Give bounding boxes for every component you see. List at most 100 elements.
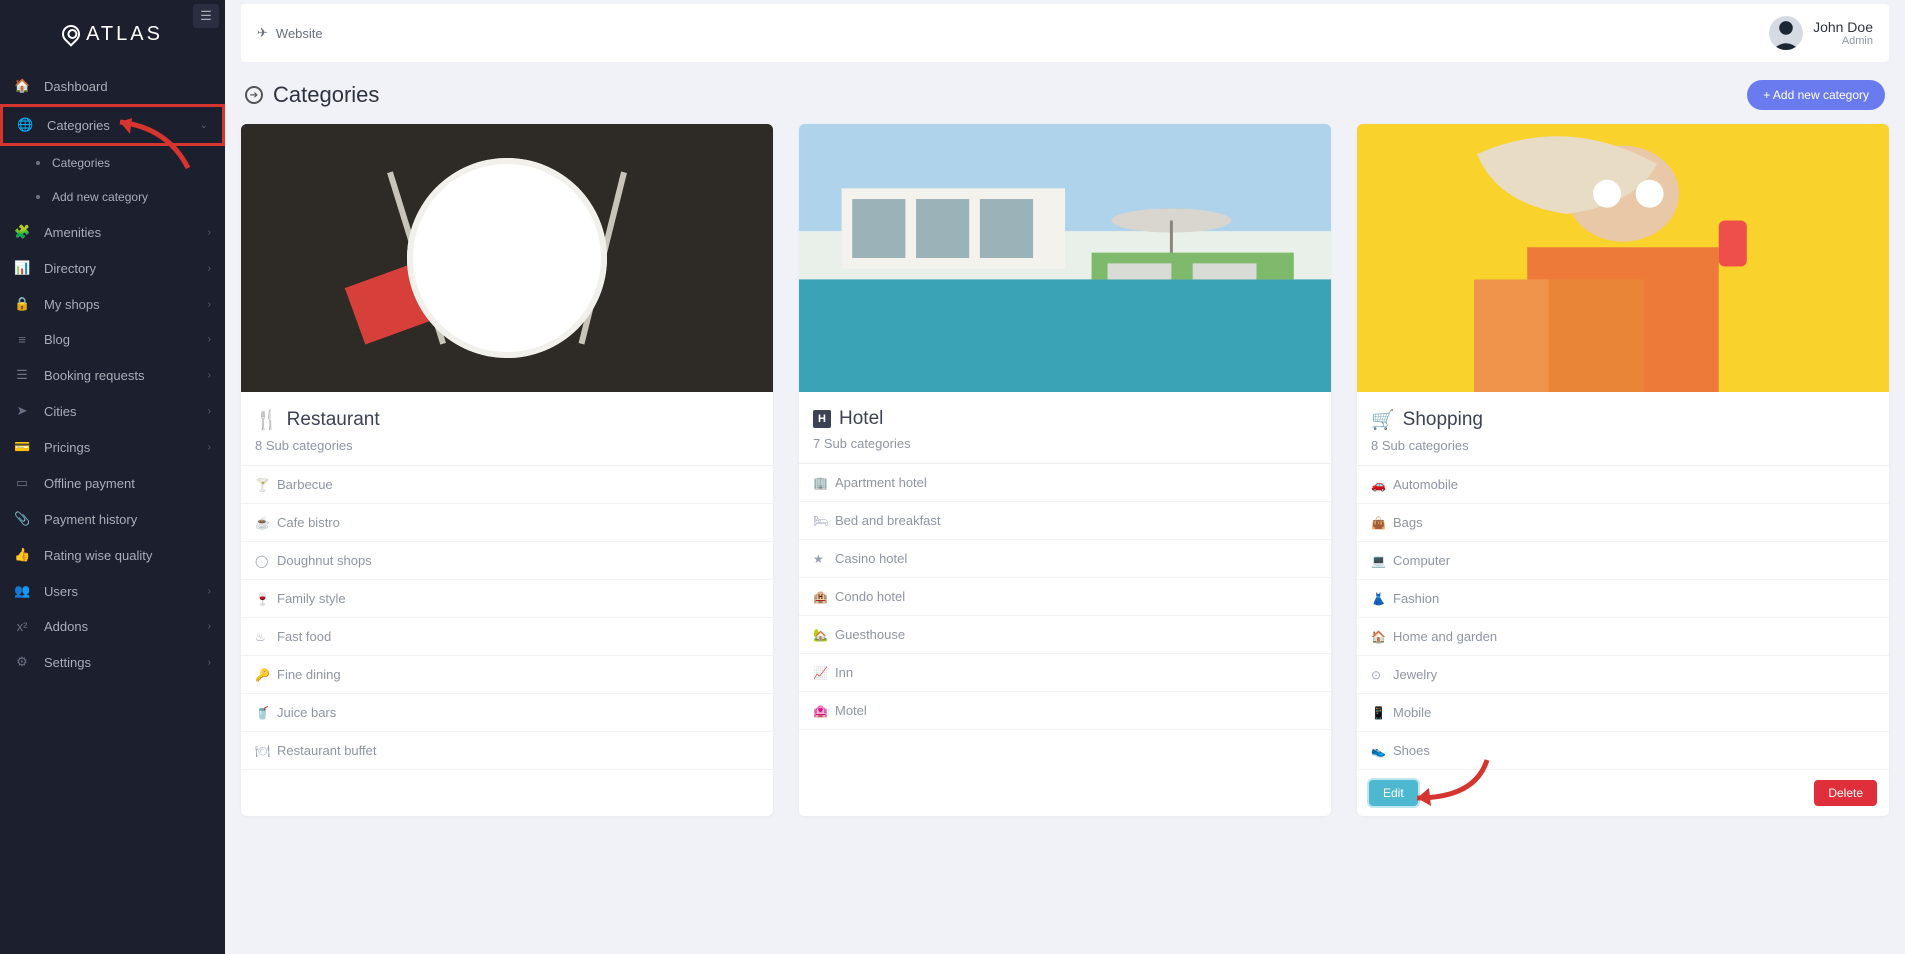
chevron-right-icon: ›: [208, 299, 211, 310]
sub-item[interactable]: 🏡Guesthouse: [799, 616, 1331, 654]
card-title-text: Restaurant: [287, 409, 380, 431]
sub-item[interactable]: 🥤Juice bars: [241, 694, 773, 732]
sub-item[interactable]: 🏩Motel: [799, 692, 1331, 730]
nav-categories[interactable]: 🌐 Categories ⌄: [0, 104, 225, 146]
nav-directory[interactable]: 📊 Directory ›: [0, 250, 225, 286]
website-label: Website: [276, 26, 323, 41]
chevron-right-icon: ›: [208, 621, 211, 632]
sub-icon: ♨: [255, 630, 269, 644]
sub-item[interactable]: ⊙Jewelry: [1357, 656, 1889, 694]
sub-label: Barbecue: [277, 477, 333, 492]
sub-label: Bags: [1393, 515, 1423, 530]
sub-label: Cafe bistro: [277, 515, 340, 530]
sub-icon: 🏢: [813, 476, 827, 490]
sub-icon: ☕: [255, 516, 269, 530]
chevron-right-icon: ›: [208, 263, 211, 274]
nav-offline-payment[interactable]: ▭ Offline payment: [0, 465, 225, 501]
card-image: [241, 124, 773, 392]
sub-item[interactable]: 👟 Shoes: [1357, 732, 1889, 770]
card-head: H Hotel 7 Sub categories: [799, 392, 1331, 464]
arrow-circle-icon: ➔: [245, 86, 263, 104]
sub-icon: 🚗: [1371, 478, 1385, 492]
nav-dashboard[interactable]: 🏠 Dashboard: [0, 68, 225, 104]
thumb-icon: 👍: [14, 547, 30, 563]
nav-label: Users: [44, 584, 78, 599]
website-link[interactable]: ✈ Website: [257, 25, 323, 41]
nav-amenities[interactable]: 🧩 Amenities ›: [0, 214, 225, 250]
card-icon: 💳: [14, 439, 30, 455]
card-subcount: 7 Sub categories: [813, 436, 1317, 451]
delete-button[interactable]: Delete: [1814, 780, 1877, 806]
edit-button[interactable]: Edit: [1369, 780, 1418, 806]
brand[interactable]: ATLAS: [0, 4, 225, 64]
nav-rating[interactable]: 👍 Rating wise quality: [0, 537, 225, 573]
user-block[interactable]: John Doe Admin: [1769, 16, 1873, 50]
nav-cities[interactable]: ➤ Cities ›: [0, 393, 225, 429]
sub-label: Guesthouse: [835, 627, 905, 642]
nav-label: Amenities: [44, 225, 101, 240]
sub-item[interactable]: 💻Computer: [1357, 542, 1889, 580]
sub-item[interactable]: 👗Fashion: [1357, 580, 1889, 618]
sub-icon: 🍽: [255, 744, 269, 758]
sub-item[interactable]: 📱Mobile: [1357, 694, 1889, 732]
nav-users[interactable]: 👥 Users ›: [0, 573, 225, 609]
add-category-button[interactable]: + Add new category: [1747, 80, 1885, 110]
nav-label: My shops: [44, 297, 100, 312]
sidebar-toggle[interactable]: ☰: [193, 4, 219, 28]
nav-booking[interactable]: ☰ Booking requests ›: [0, 357, 225, 393]
chevron-right-icon: ›: [208, 227, 211, 238]
sub-item[interactable]: 🏠Home and garden: [1357, 618, 1889, 656]
sub-item[interactable]: ♨Fast food: [241, 618, 773, 656]
brand-text: ATLAS: [86, 23, 163, 46]
nav-sub-add-category[interactable]: Add new category: [0, 180, 225, 214]
sub-item[interactable]: 🛏Bed and breakfast: [799, 502, 1331, 540]
sub-label: Juice bars: [277, 705, 336, 720]
nav-label: Blog: [44, 332, 70, 347]
nav-settings[interactable]: ⚙ Settings ›: [0, 644, 225, 680]
sub-item[interactable]: 🍷Family style: [241, 580, 773, 618]
sub-label: Inn: [835, 665, 853, 680]
nav-sub-categories[interactable]: Categories: [0, 146, 225, 180]
card-image: [799, 124, 1331, 392]
sub-label: Bed and breakfast: [835, 513, 941, 528]
sub-item[interactable]: 🍽Restaurant buffet: [241, 732, 773, 770]
sidebar: ☰ ATLAS 🏠 Dashboard 🌐 Categories ⌄ Categ…: [0, 0, 225, 954]
nav-addons[interactable]: x² Addons ›: [0, 609, 225, 644]
sub-item[interactable]: 📈Inn: [799, 654, 1331, 692]
sub-item[interactable]: 🏢Apartment hotel: [799, 464, 1331, 502]
cart-icon: 🛒: [1371, 408, 1395, 432]
sub-item[interactable]: ◯Doughnut shops: [241, 542, 773, 580]
sub-item[interactable]: 👜Bags: [1357, 504, 1889, 542]
nav-blog[interactable]: ≡ Blog ›: [0, 322, 225, 357]
card-shopping: 🛒 Shopping 8 Sub categories 🚗Automobile …: [1357, 124, 1889, 816]
sub-list: 🍸Barbecue ☕ Cafe bistro ◯Doughnut shops 🍷…: [241, 466, 773, 770]
sub-item[interactable]: ☕ Cafe bistro: [241, 504, 773, 542]
nav-pricings[interactable]: 💳 Pricings ›: [0, 429, 225, 465]
home-icon: 🏠: [14, 78, 30, 94]
utensils-icon: 🍴: [255, 408, 279, 432]
sub-item[interactable]: 🍸Barbecue: [241, 466, 773, 504]
sub-item[interactable]: ★Casino hotel: [799, 540, 1331, 578]
sub-icon: 💻: [1371, 554, 1385, 568]
sub-icon: 🔑: [255, 668, 269, 682]
sub-label: Family style: [277, 591, 346, 606]
sub-icon: 👟: [1371, 744, 1385, 758]
chevron-right-icon: ›: [208, 442, 211, 453]
sub-list: 🚗Automobile 👜Bags 💻Computer 👗Fashion 🏠Ho…: [1357, 466, 1889, 770]
puzzle-icon: 🧩: [14, 224, 30, 240]
nav-myshops[interactable]: 🔒 My shops ›: [0, 286, 225, 322]
card-title-text: Shopping: [1403, 409, 1483, 431]
sub-label: Shoes: [1393, 743, 1430, 758]
nav-payment-history[interactable]: 📎 Payment history: [0, 501, 225, 537]
sub-item[interactable]: 🔑Fine dining: [241, 656, 773, 694]
topbar: ✈ Website John Doe Admin: [241, 4, 1889, 62]
chevron-right-icon: ›: [208, 657, 211, 668]
sub-icon: 👗: [1371, 592, 1385, 606]
sub-item[interactable]: 🏨Condo hotel: [799, 578, 1331, 616]
card-restaurant: 🍴 Restaurant 8 Sub categories 🍸Barbecue …: [241, 124, 773, 816]
sub-item[interactable]: 🚗Automobile: [1357, 466, 1889, 504]
sub-icon: 🏩: [813, 704, 827, 718]
nav-label: Pricings: [44, 440, 90, 455]
globe-icon: 🌐: [17, 117, 33, 133]
nav-categories-sub: Categories Add new category: [0, 146, 225, 214]
